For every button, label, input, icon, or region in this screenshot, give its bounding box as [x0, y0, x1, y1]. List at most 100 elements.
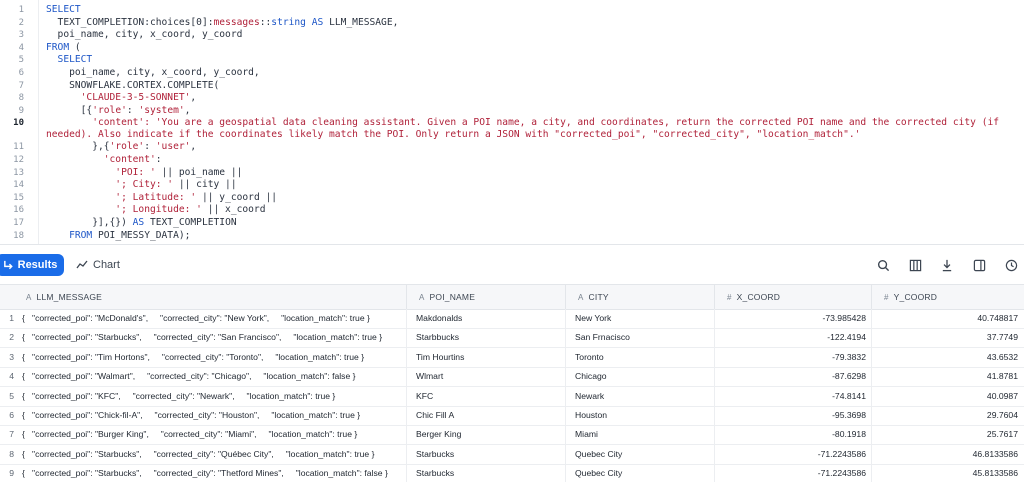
cell-y-coord[interactable]: 40.748817	[872, 309, 1018, 328]
cell-llm-message[interactable]: { "corrected_poi": "KFC", "corrected_cit…	[22, 387, 402, 406]
cell-x-coord[interactable]: -79.3832	[724, 348, 866, 367]
cell-x-coord[interactable]: -74.8141	[724, 387, 866, 406]
code-line[interactable]: 16 '; Longitude: ' || x_coord	[0, 204, 1024, 216]
cell-x-coord[interactable]: -71.2243586	[724, 464, 866, 482]
cell-y-coord[interactable]: 29.7604	[872, 406, 1018, 425]
chart-tab-button[interactable]: Chart	[76, 254, 120, 276]
cell-city[interactable]: Quebec City	[575, 445, 715, 464]
cell-llm-message[interactable]: { "corrected_poi": "Chick-fil-A", "corre…	[22, 406, 402, 425]
code-line[interactable]: 6 poi_name, city, x_coord, y_coord,	[0, 67, 1024, 79]
row-number[interactable]: 5	[0, 387, 14, 406]
cell-city[interactable]: Newark	[575, 387, 715, 406]
clock-icon	[1005, 259, 1017, 271]
cell-x-coord[interactable]: -122.4194	[724, 328, 866, 347]
cell-poi-name[interactable]: Starbucks	[416, 445, 566, 464]
cell-y-coord[interactable]: 45.8133586	[872, 464, 1018, 482]
panel-toggle-button[interactable]	[970, 256, 988, 274]
code-line[interactable]: 12 'content':	[0, 154, 1024, 166]
row-number[interactable]: 4	[0, 367, 14, 386]
download-button[interactable]	[938, 256, 956, 274]
code-line[interactable]: 13 'POI: ' || poi_name ||	[0, 167, 1024, 179]
cell-poi-name[interactable]: Berger King	[416, 425, 566, 444]
column-header-y-coord[interactable]: # Y_COORD	[871, 285, 1024, 309]
code-line[interactable]: 11 },{'role': 'user',	[0, 141, 1024, 153]
table-row[interactable]: 8 { "corrected_poi": "Starbucks", "correc…	[0, 445, 1024, 465]
code-line[interactable]: 8 'CLAUDE-3-5-SONNET',	[0, 92, 1024, 104]
columns-button[interactable]	[906, 256, 924, 274]
cell-poi-name[interactable]: Makdonalds	[416, 309, 566, 328]
line-number: 4	[18, 42, 24, 53]
cell-llm-message[interactable]: { "corrected_poi": "Starbucks", "correct…	[22, 464, 402, 482]
table-row[interactable]: 2 { "corrected_poi": "Starbucks", "correc…	[0, 328, 1024, 349]
cell-city[interactable]: Chicago	[575, 367, 715, 386]
table-row[interactable]: 5 { "corrected_poi": "KFC", "corrected_ci…	[0, 387, 1024, 407]
line-number: 17	[13, 218, 24, 228]
code-line[interactable]: 1 SELECT	[0, 4, 1024, 16]
cell-poi-name[interactable]: KFC	[416, 387, 566, 406]
cell-x-coord[interactable]: -87.6298	[724, 367, 866, 386]
column-header-llm-message[interactable]: A LLM_MESSAGE	[22, 285, 416, 309]
cell-y-coord[interactable]: 46.8133586	[872, 445, 1018, 464]
cell-x-coord[interactable]: -95.3698	[724, 406, 866, 425]
column-header-poi-name[interactable]: A POI_NAME	[406, 285, 566, 309]
table-row[interactable]: 7 { "corrected_poi": "Burger King", "corr…	[0, 425, 1024, 446]
code-line[interactable]: 10 'content': 'You are a geospatial data…	[0, 117, 1024, 141]
table-row[interactable]: 9 { "corrected_poi": "Starbucks", "correc…	[0, 464, 1024, 482]
row-number[interactable]: 3	[0, 348, 14, 367]
code-line[interactable]: 15 '; Latitude: ' || y_coord ||	[0, 192, 1024, 204]
search-button[interactable]	[874, 256, 892, 274]
code-token: },{	[46, 141, 110, 153]
cell-city[interactable]: Toronto	[575, 348, 715, 367]
code-line[interactable]: 17 }],{}) AS TEXT_COMPLETION	[0, 217, 1024, 229]
row-number[interactable]: 8	[0, 445, 14, 464]
cell-llm-message[interactable]: { "corrected_poi": "Burger King", "corre…	[22, 425, 402, 444]
cell-llm-message[interactable]: { "corrected_poi": "Starbucks", "correct…	[22, 328, 402, 347]
cell-y-coord[interactable]: 41.8781	[872, 367, 1018, 386]
code-line[interactable]: 18 FROM POI_MESSY_DATA);	[0, 230, 1024, 242]
column-header-label: Y_COORD	[893, 292, 938, 302]
code-line[interactable]: 3 poi_name, city, x_coord, y_coord	[0, 29, 1024, 41]
cell-poi-name[interactable]: Wlmart	[416, 367, 566, 386]
cell-llm-message[interactable]: { "corrected_poi": "Tim Hortons", "corre…	[22, 348, 402, 367]
row-number[interactable]: 7	[0, 425, 14, 444]
table-row[interactable]: 1 { "corrected_poi": "McDonald's", "corre…	[0, 309, 1024, 329]
cell-y-coord[interactable]: 37.7749	[872, 328, 1018, 347]
cell-poi-name[interactable]: Tim Hourtins	[416, 348, 566, 367]
row-number[interactable]: 2	[0, 328, 14, 347]
column-header-city[interactable]: A CITY	[565, 285, 715, 309]
results-tab-button[interactable]: Results	[0, 254, 64, 276]
cell-poi-name[interactable]: Starbucks	[416, 464, 566, 482]
cell-llm-message[interactable]: { "corrected_poi": "Walmart", "corrected…	[22, 367, 402, 386]
cell-poi-name[interactable]: Chic Fill A	[416, 406, 566, 425]
cell-x-coord[interactable]: -71.2243586	[724, 445, 866, 464]
code-line[interactable]: 5 SELECT	[0, 54, 1024, 66]
cell-city[interactable]: Miami	[575, 425, 715, 444]
code-token: [{	[46, 104, 93, 116]
code-line[interactable]: 14 '; City: ' || city ||	[0, 179, 1024, 191]
column-header-x-coord[interactable]: # X_COORD	[714, 285, 872, 309]
cell-poi-name[interactable]: Starbbucks	[416, 328, 566, 347]
code-line[interactable]: 7 SNOWFLAKE.CORTEX.COMPLETE(	[0, 80, 1024, 92]
code-line[interactable]: 9 [{'role': 'system',	[0, 105, 1024, 117]
cell-y-coord[interactable]: 40.0987	[872, 387, 1018, 406]
table-row[interactable]: 6 { "corrected_poi": "Chick-fil-A", "corr…	[0, 406, 1024, 426]
row-number[interactable]: 6	[0, 406, 14, 425]
sql-editor[interactable]: 1 SELECT 2 TEXT_COMPLETION:choices[0]:mess…	[0, 0, 1024, 244]
row-number[interactable]: 1	[0, 309, 14, 328]
row-number[interactable]: 9	[0, 464, 14, 482]
code-line[interactable]: 4 FROM (	[0, 42, 1024, 54]
cell-llm-message[interactable]: { "corrected_poi": "Starbucks", "correct…	[22, 445, 402, 464]
history-button[interactable]	[1002, 256, 1020, 274]
table-row[interactable]: 4 { "corrected_poi": "Walmart", "correcte…	[0, 367, 1024, 388]
cell-llm-message[interactable]: { "corrected_poi": "McDonald's", "correc…	[22, 309, 402, 328]
cell-city[interactable]: New York	[575, 309, 715, 328]
code-line[interactable]: 2 TEXT_COMPLETION:choices[0]:messages::s…	[0, 17, 1024, 29]
cell-y-coord[interactable]: 43.6532	[872, 348, 1018, 367]
cell-city[interactable]: Houston	[575, 406, 715, 425]
cell-y-coord[interactable]: 25.7617	[872, 425, 1018, 444]
table-row[interactable]: 3 { "corrected_poi": "Tim Hortons", "corr…	[0, 348, 1024, 368]
cell-x-coord[interactable]: -80.1918	[724, 425, 866, 444]
cell-city[interactable]: San Frnacisco	[575, 328, 715, 347]
cell-city[interactable]: Quebec City	[575, 464, 715, 482]
cell-x-coord[interactable]: -73.985428	[724, 309, 867, 328]
